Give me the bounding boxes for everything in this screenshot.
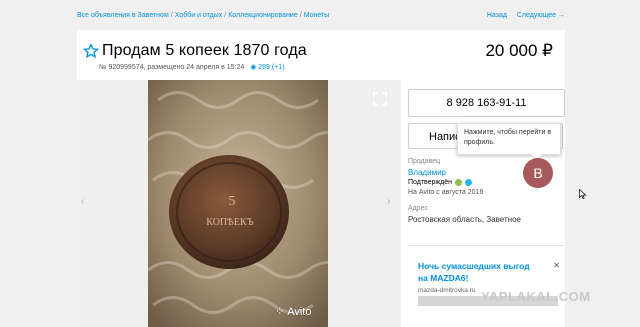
title-row: Продам 5 копеек 1870 года (83, 40, 307, 62)
coin-photo[interactable]: 5 КОПѢЕКЪ (148, 80, 328, 327)
verified-social-icon (465, 179, 473, 186)
breadcrumb-item-hobby[interactable]: Хобби и отдых (175, 12, 223, 19)
mouse-cursor-icon (579, 189, 587, 199)
favorite-star-icon[interactable] (83, 43, 99, 59)
listing-number-date: № 920999574, размещено 24 апреля в 15:24 (99, 64, 245, 71)
verified-label: Подтверждён (408, 179, 453, 186)
breadcrumb-item-collecting[interactable]: Коллекционирование (228, 12, 298, 19)
avito-watermark: ⁘ Avito (275, 305, 312, 319)
breadcrumb-item-all-listings[interactable]: Все объявления в Заветном (77, 12, 169, 19)
avito-logo-icon: ⁘ (275, 306, 285, 318)
ad-close-icon[interactable]: ✕ (553, 261, 560, 270)
seller-label: Продавец (408, 158, 441, 165)
ad-title[interactable]: Ночь сумасшедших выгод на MAZDA6! (418, 260, 538, 284)
top-bar: Все объявления в Заветном / Хобби и отдых /… (77, 10, 565, 22)
views-count: 289 (+1) (258, 64, 285, 71)
breadcrumb-separator: / (170, 12, 173, 19)
views-counter[interactable]: ◉ 289 (+1) (250, 64, 284, 71)
back-link[interactable]: Назад (487, 12, 507, 19)
seller-verified: Подтверждён (408, 179, 473, 186)
listing-meta: № 920999574, размещено 24 апреля в 15:24… (99, 63, 285, 71)
breadcrumb: Все объявления в Заветном / Хобби и отдых /… (77, 12, 329, 19)
phone-button[interactable]: 8 928 163-91-11 (408, 89, 565, 117)
page-title: Продам 5 копеек 1870 года (102, 42, 307, 59)
avatar[interactable]: В (523, 158, 553, 188)
profile-tooltip: Нажмите, чтобы перейти в профиль. (457, 123, 561, 155)
breadcrumb-separator: / (224, 12, 227, 19)
photo-gallery[interactable]: ‹ 5 КОПѢЕКЪ › ⁘ Avito (77, 80, 401, 327)
verified-phone-icon (455, 179, 463, 186)
breadcrumb-item-coins[interactable]: Монеты (304, 12, 330, 19)
listing-navigation: Назад Следующее → (479, 12, 565, 19)
gallery-prev-arrow[interactable]: ‹ (81, 196, 84, 207)
ad-domain: mazda-dmitrovka.ru (418, 287, 476, 294)
gallery-next-arrow[interactable]: › (387, 196, 390, 207)
listing-price: 20 000 ₽ (485, 41, 553, 60)
breadcrumb-separator: / (299, 12, 302, 19)
next-link[interactable]: Следующее → (517, 12, 565, 19)
coin-legend: КОПѢЕКЪ (206, 217, 253, 228)
address-value: Ростовская область, Заветное (408, 215, 521, 224)
coin (169, 155, 289, 269)
avito-watermark-text: Avito (287, 305, 312, 318)
coin-denomination: 5 (229, 194, 236, 209)
seller-since: На Avito с августа 2016 (408, 189, 484, 196)
address-label: Адрес (408, 205, 429, 212)
fullscreen-expand-icon[interactable] (373, 92, 387, 106)
site-watermark: YAPLAKAL.COM (481, 289, 591, 304)
seller-name-link[interactable]: Владимир (408, 168, 446, 177)
